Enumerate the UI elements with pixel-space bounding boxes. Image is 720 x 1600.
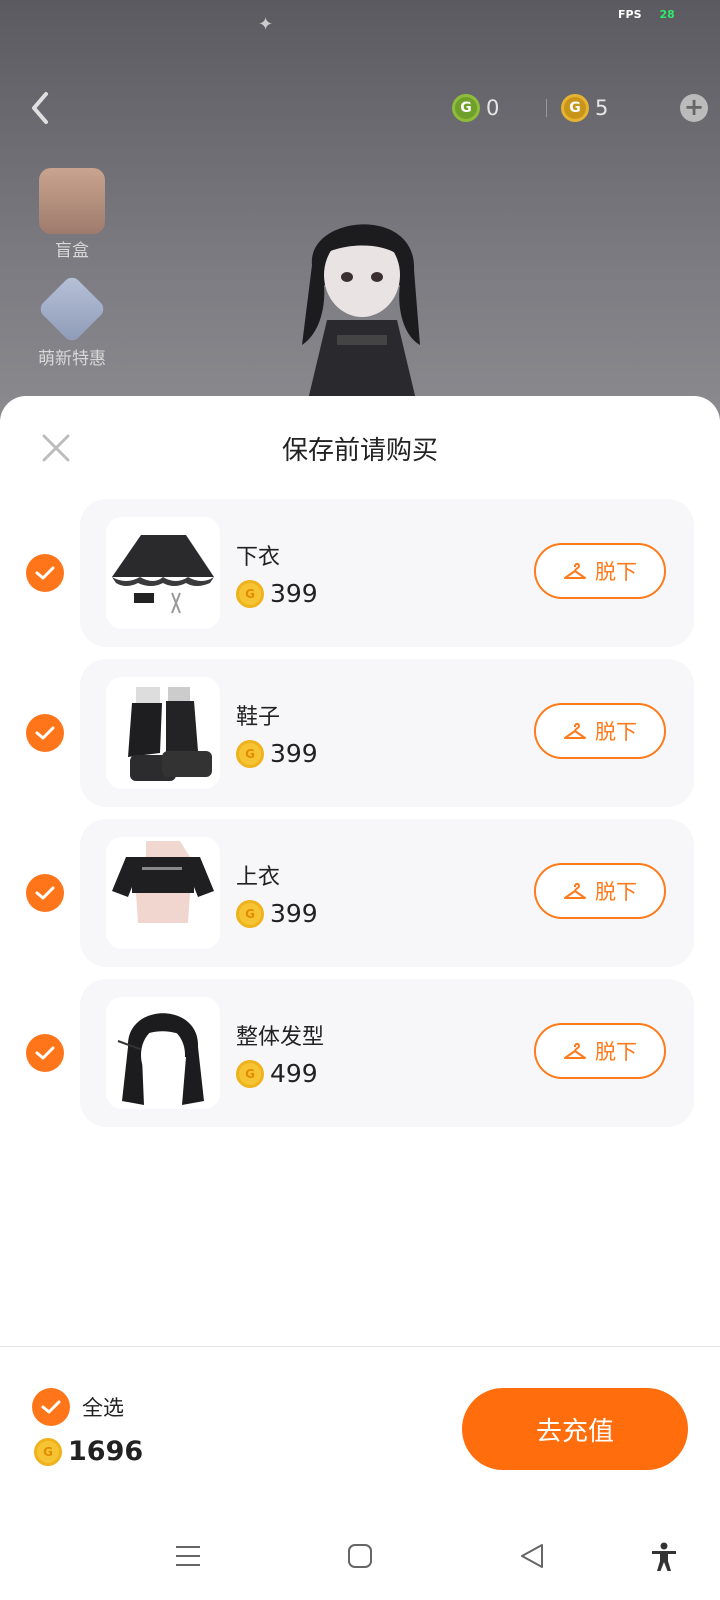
item-card: 整体发型 G 499 脱下 — [80, 979, 694, 1127]
take-off-button[interactable]: 脱下 — [534, 1023, 666, 1079]
item-checkbox[interactable] — [26, 1034, 64, 1072]
item-name: 鞋子 — [236, 705, 281, 730]
list-item: 整体发型 G 499 脱下 — [0, 979, 720, 1127]
gift-box-icon — [39, 168, 105, 234]
currency-bar: G 0 G 5 + — [452, 92, 708, 124]
hanger-icon — [564, 1042, 586, 1059]
take-off-button[interactable]: 脱下 — [534, 703, 666, 759]
green-coin-icon: G — [452, 94, 480, 122]
hanger-icon — [564, 882, 586, 899]
add-currency-button[interactable]: + — [680, 94, 708, 122]
coin-icon: G — [34, 1437, 62, 1466]
item-card: 鞋子 G 399 脱下 — [80, 659, 694, 807]
skirt-thumbnail — [106, 517, 220, 629]
item-card: 上衣 G 399 脱下 — [80, 819, 694, 967]
home-icon[interactable] — [346, 1542, 374, 1570]
item-price-value: 399 — [270, 739, 318, 768]
item-price-value: 499 — [270, 1059, 318, 1088]
select-all-label: 全选 — [82, 1396, 124, 1420]
total-price: G 1696 — [34, 1436, 143, 1467]
gold-coin-value: 5 — [595, 96, 609, 120]
sparkle-icon: ✦ — [258, 14, 274, 35]
item-name: 上衣 — [236, 865, 281, 890]
avatar-character — [302, 224, 421, 420]
fps-value: 28 — [659, 8, 675, 21]
list-item: 鞋子 G 399 脱下 — [0, 659, 720, 807]
take-off-label: 脱下 — [595, 720, 637, 744]
coin-icon: G — [236, 899, 264, 928]
item-price: G 399 — [236, 899, 318, 928]
take-off-label: 脱下 — [595, 560, 637, 584]
blind-box-button[interactable]: 盲盒 — [30, 168, 114, 261]
divider — [546, 99, 547, 117]
green-coin-value: 0 — [486, 96, 500, 120]
checkmark-icon — [35, 726, 55, 740]
checkmark-icon — [35, 566, 55, 580]
list-item: 上衣 G 399 脱下 — [0, 819, 720, 967]
gold-coin-icon: G — [561, 94, 589, 122]
item-name: 整体发型 — [236, 1025, 325, 1050]
fps-counter: FPS 28 — [618, 8, 675, 21]
take-off-button[interactable]: 脱下 — [534, 863, 666, 919]
sheet-title: 保存前请购买 — [281, 436, 438, 466]
item-checkbox[interactable] — [26, 554, 64, 592]
take-off-label: 脱下 — [595, 880, 637, 904]
item-name: 下衣 — [236, 545, 281, 570]
select-all-toggle[interactable]: 全选 — [32, 1388, 124, 1426]
boots-thumbnail — [106, 677, 220, 789]
take-off-label: 脱下 — [595, 1040, 637, 1064]
back-arrow-icon[interactable] — [24, 88, 56, 128]
item-card: 下衣 G 399 脱下 — [80, 499, 694, 647]
accessibility-icon[interactable] — [650, 1542, 678, 1572]
checkmark-icon — [41, 1400, 61, 1414]
select-all-checkbox[interactable] — [32, 1388, 70, 1426]
divider — [0, 1346, 720, 1347]
system-nav-bar — [0, 1520, 720, 1600]
item-price-value: 399 — [270, 579, 318, 608]
newbie-deal-button[interactable]: 萌新特惠 — [30, 273, 114, 369]
hair-thumbnail — [106, 997, 220, 1109]
checkmark-icon — [35, 1046, 55, 1060]
item-checkbox[interactable] — [26, 714, 64, 752]
fps-label: FPS — [618, 8, 642, 21]
recharge-button[interactable]: 去充值 — [462, 1388, 688, 1470]
newbie-deal-icon — [36, 273, 108, 345]
checkmark-icon — [35, 886, 55, 900]
list-item: 下衣 G 399 脱下 — [0, 499, 720, 647]
blind-box-label: 盲盒 — [55, 241, 89, 261]
coin-icon: G — [236, 739, 264, 768]
hanger-icon — [564, 562, 586, 579]
newbie-deal-label: 萌新特惠 — [38, 349, 106, 369]
background-scene: FPS 28 ✦ G 0 G 5 + 盲盒 萌新特惠 — [0, 0, 720, 420]
top-thumbnail — [106, 837, 220, 949]
item-price: G 399 — [236, 579, 318, 608]
take-off-button[interactable]: 脱下 — [534, 543, 666, 599]
back-icon[interactable] — [518, 1542, 546, 1570]
item-checkbox[interactable] — [26, 874, 64, 912]
coin-icon: G — [236, 579, 264, 608]
hanger-icon — [564, 722, 586, 739]
menu-icon[interactable] — [174, 1542, 202, 1570]
total-price-value: 1696 — [68, 1436, 144, 1467]
item-price: G 499 — [236, 1059, 318, 1088]
coin-icon: G — [236, 1059, 264, 1088]
item-price: G 399 — [236, 739, 318, 768]
item-price-value: 399 — [270, 899, 318, 928]
